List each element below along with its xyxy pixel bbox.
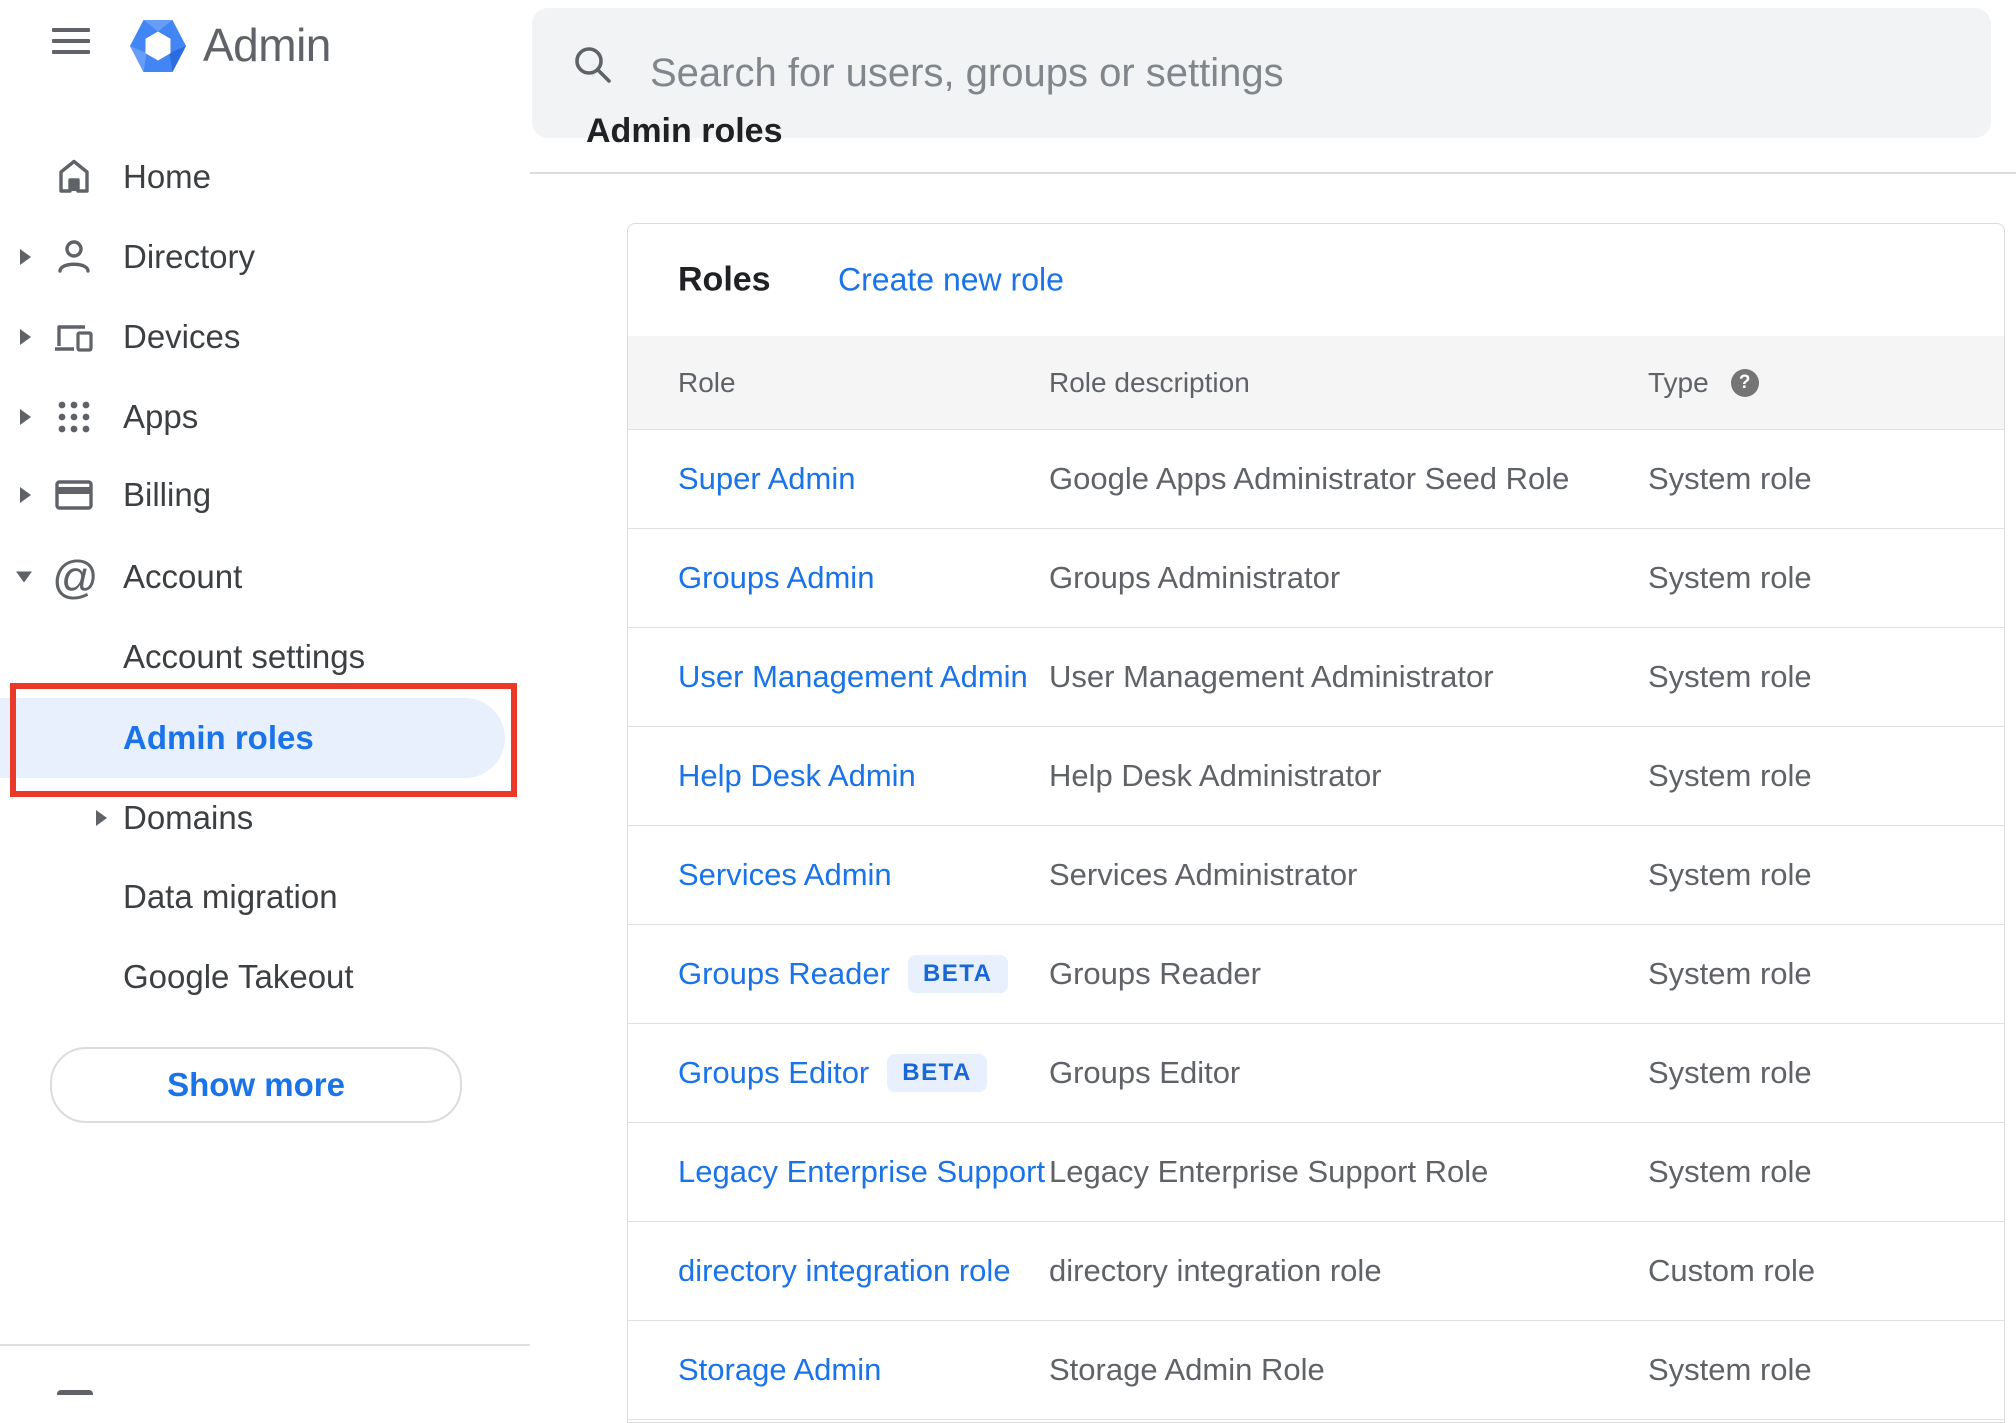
create-new-role-link[interactable]: Create new role bbox=[838, 262, 1064, 299]
admin-console: Admin Home Directory Devices Apps Billin… bbox=[0, 0, 2016, 1423]
expand-caret-icon[interactable] bbox=[20, 249, 31, 265]
role-link[interactable]: Groups Reader bbox=[678, 956, 890, 992]
roles-title: Roles bbox=[678, 260, 771, 299]
role-type: System role bbox=[1648, 1154, 1812, 1189]
role-link[interactable]: Legacy Enterprise Support bbox=[678, 1154, 1045, 1190]
sidebar-item-label: Account bbox=[123, 558, 243, 595]
table-header-row: Role Role description Type ? bbox=[628, 336, 2004, 430]
role-type: Custom role bbox=[1648, 1253, 1816, 1288]
devices-icon bbox=[52, 315, 96, 359]
sidebar-item-label: Apps bbox=[123, 398, 199, 435]
expand-caret-icon[interactable] bbox=[20, 329, 31, 345]
role-description: Services Administrator bbox=[1049, 857, 1358, 892]
role-description: directory integration role bbox=[1049, 1253, 1382, 1288]
sidebar-item-admin-roles[interactable]: Admin roles bbox=[0, 698, 530, 778]
sidebar-item-label: Directory bbox=[123, 238, 256, 275]
menu-icon[interactable] bbox=[52, 28, 92, 56]
cutoff-sidebar-icon bbox=[57, 1390, 93, 1407]
role-type: System role bbox=[1648, 1352, 1812, 1387]
table-row[interactable]: Legacy Enterprise Support Legacy Enterpr… bbox=[628, 1123, 2004, 1222]
sidebar-item-label: Devices bbox=[123, 318, 241, 355]
role-type: System role bbox=[1648, 956, 1812, 991]
role-description: Groups Administrator bbox=[1049, 560, 1341, 595]
sidebar-item-apps[interactable]: Apps bbox=[0, 377, 530, 457]
role-description: Google Apps Administrator Seed Role bbox=[1049, 461, 1570, 496]
sidebar-item-label: Data migration bbox=[123, 878, 338, 915]
table-row[interactable]: Services Admin Services Administrator Sy… bbox=[628, 826, 2004, 925]
sidebar-item-data-migration[interactable]: Data migration bbox=[0, 857, 530, 937]
role-type: System role bbox=[1648, 1055, 1812, 1090]
beta-badge: BETA bbox=[887, 1054, 987, 1092]
sidebar-divider bbox=[0, 1344, 530, 1346]
expand-caret-icon[interactable] bbox=[96, 810, 107, 826]
table-row[interactable]: User Management Admin User Management Ad… bbox=[628, 628, 2004, 727]
help-icon[interactable]: ? bbox=[1730, 368, 1759, 397]
role-type: System role bbox=[1648, 857, 1812, 892]
role-link[interactable]: Storage Admin bbox=[678, 1352, 881, 1388]
show-more-button[interactable]: Show more bbox=[50, 1047, 462, 1123]
sidebar-item-devices[interactable]: Devices bbox=[0, 297, 530, 377]
breadcrumb: Admin roles bbox=[586, 112, 783, 150]
role-description: Help Desk Administrator bbox=[1049, 758, 1382, 793]
sidebar-item-label: Admin roles bbox=[123, 719, 314, 756]
app-title: Admin bbox=[203, 19, 331, 71]
table-row[interactable]: Groups Editor BETA Groups Editor System … bbox=[628, 1024, 2004, 1123]
home-icon bbox=[52, 155, 96, 199]
roles-card-header: Roles Create new role bbox=[628, 224, 2004, 336]
table-row[interactable]: Groups Reader BETA Groups Reader System … bbox=[628, 925, 2004, 1024]
role-description: Groups Reader bbox=[1049, 956, 1261, 991]
expand-caret-icon[interactable] bbox=[20, 409, 31, 425]
role-link[interactable]: Super Admin bbox=[678, 461, 856, 497]
role-link[interactable]: Groups Editor bbox=[678, 1055, 869, 1091]
header-divider bbox=[530, 172, 2016, 174]
table-row[interactable]: Groups Admin Groups Administrator System… bbox=[628, 529, 2004, 628]
table-row[interactable]: Storage Admin Storage Admin Role System … bbox=[628, 1321, 2004, 1420]
table-row[interactable]: Super Admin Google Apps Administrator Se… bbox=[628, 430, 2004, 529]
sidebar-item-directory[interactable]: Directory bbox=[0, 217, 530, 297]
credit-card-icon bbox=[52, 473, 96, 517]
sidebar-item-label: Billing bbox=[123, 476, 212, 513]
sidebar-item-label: Home bbox=[123, 158, 212, 195]
show-more-label: Show more bbox=[167, 1066, 345, 1103]
role-link[interactable]: directory integration role bbox=[678, 1253, 1011, 1289]
sidebar-item-label: Account settings bbox=[123, 638, 366, 675]
collapse-caret-icon[interactable] bbox=[16, 571, 32, 583]
role-link[interactable]: Help Desk Admin bbox=[678, 758, 916, 794]
sidebar-item-google-takeout[interactable]: Google Takeout bbox=[0, 937, 530, 1017]
table-row[interactable]: Help Desk Admin Help Desk Administrator … bbox=[628, 727, 2004, 826]
role-link[interactable]: User Management Admin bbox=[678, 659, 1028, 695]
column-header-role: Role bbox=[678, 366, 736, 398]
role-description: Storage Admin Role bbox=[1049, 1352, 1325, 1387]
sidebar-item-home[interactable]: Home bbox=[0, 137, 530, 217]
role-type: System role bbox=[1648, 560, 1812, 595]
column-header-type-label: Type bbox=[1648, 366, 1709, 398]
column-header-role-description: Role description bbox=[1049, 366, 1250, 398]
sidebar-item-label: Domains bbox=[123, 799, 254, 836]
sidebar-item-account-settings[interactable]: Account settings bbox=[0, 617, 530, 697]
expand-caret-icon[interactable] bbox=[20, 487, 31, 503]
sidebar-item-billing[interactable]: Billing bbox=[0, 455, 530, 535]
role-link[interactable]: Groups Admin bbox=[678, 560, 874, 596]
role-description: Legacy Enterprise Support Role bbox=[1049, 1154, 1489, 1189]
role-description: User Management Administrator bbox=[1049, 659, 1494, 694]
table-row[interactable]: directory integration role directory int… bbox=[628, 1222, 2004, 1321]
sidebar-item-domains[interactable]: Domains bbox=[0, 778, 530, 858]
role-type: System role bbox=[1648, 461, 1812, 496]
apps-grid-icon bbox=[52, 395, 96, 439]
role-type: System role bbox=[1648, 758, 1812, 793]
sidebar: Admin Home Directory Devices Apps Billin… bbox=[0, 0, 530, 1396]
role-link[interactable]: Services Admin bbox=[678, 857, 892, 893]
role-type: System role bbox=[1648, 659, 1812, 694]
account-at-icon: @ bbox=[52, 551, 99, 603]
beta-badge: BETA bbox=[907, 955, 1008, 993]
column-header-type: Type ? bbox=[1648, 367, 2004, 399]
roles-card: Roles Create new role Role Role descript… bbox=[627, 223, 2005, 1423]
admin-logo-icon bbox=[130, 16, 186, 76]
sidebar-item-account[interactable]: @ Account bbox=[0, 537, 530, 617]
role-description: Groups Editor bbox=[1049, 1055, 1241, 1090]
sidebar-item-label: Google Takeout bbox=[123, 958, 354, 995]
person-icon bbox=[52, 235, 96, 279]
